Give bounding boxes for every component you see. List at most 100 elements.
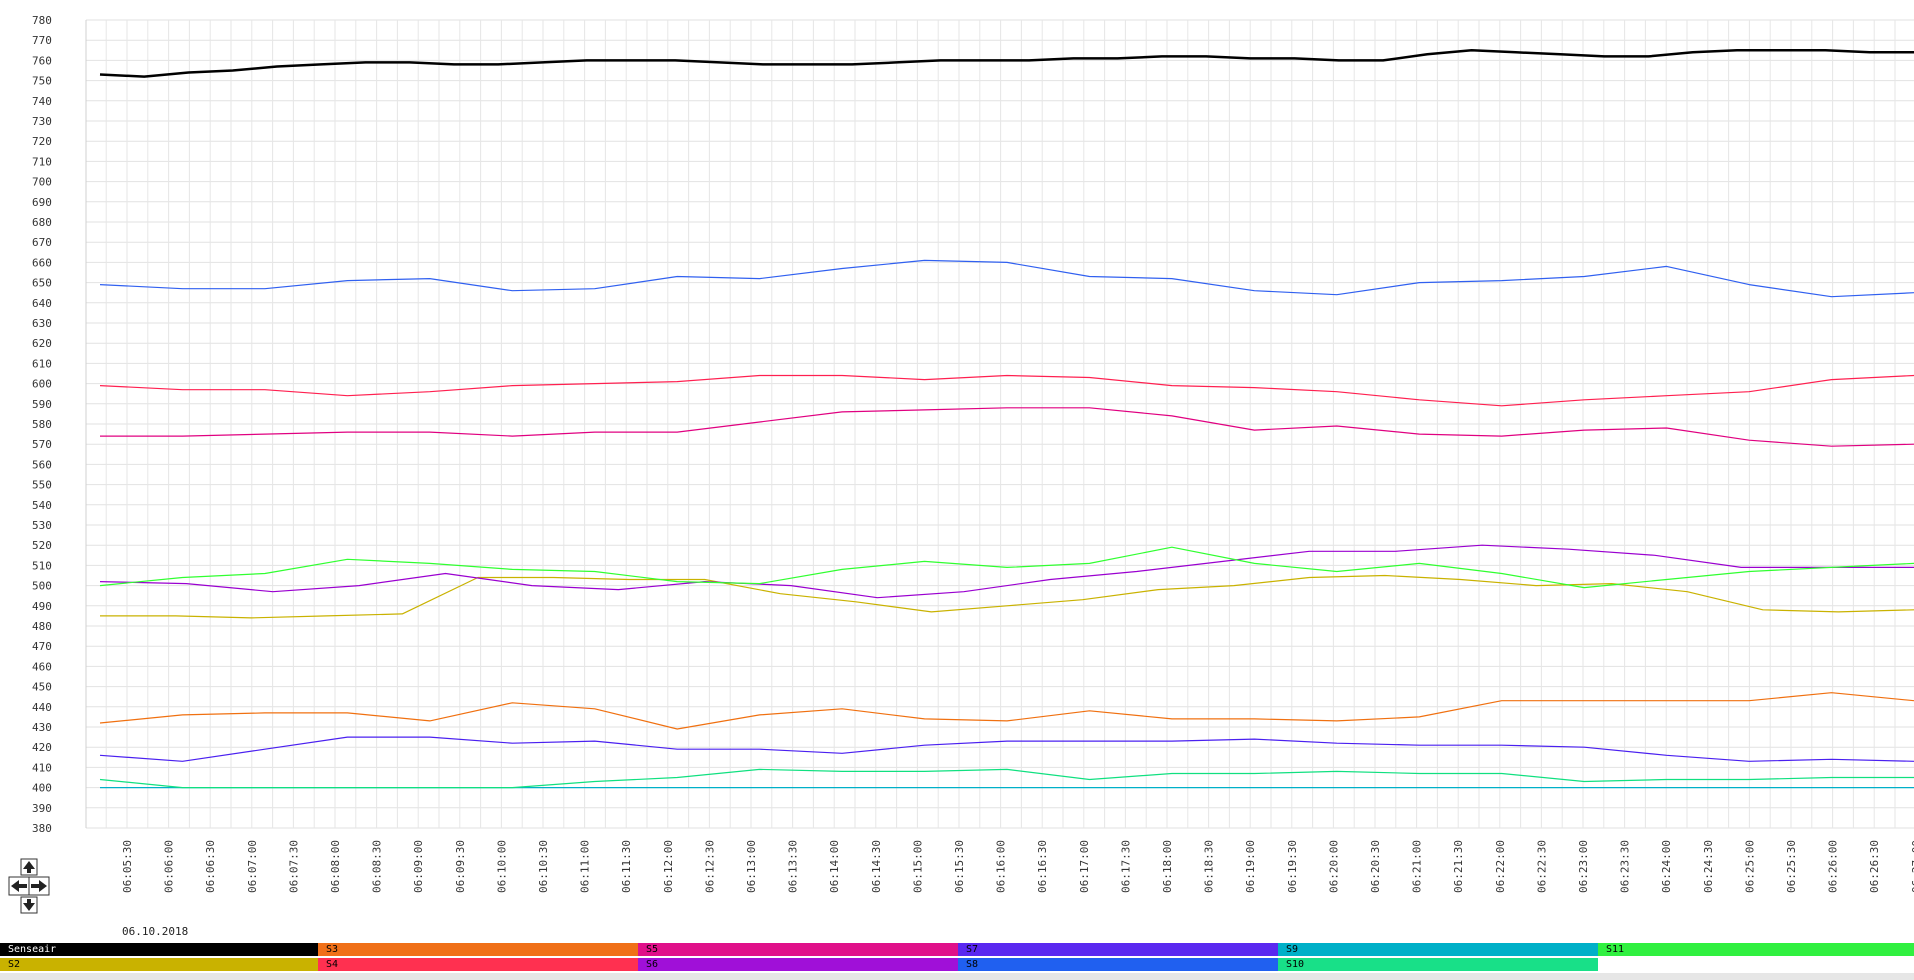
x-tick-label: 06:12:30	[703, 840, 716, 893]
x-tick-label: 06:20:00	[1327, 840, 1340, 893]
x-tick-label: 06:16:00	[995, 840, 1008, 893]
y-axis: 380 390 400 410 420 430 440 450 460 470 480 490 500 5…	[32, 14, 52, 835]
x-tick-label: 06:21:00	[1411, 840, 1424, 893]
x-tick-label: 06:21:30	[1452, 840, 1465, 893]
y-tick-label: 600	[32, 378, 52, 391]
y-tick-label: 650	[32, 277, 52, 290]
series-line-s10	[99, 768, 1914, 789]
y-tick-label: 780	[32, 14, 52, 27]
legend-item-s4[interactable]: S4	[318, 958, 638, 971]
series-line-s11	[99, 546, 1914, 589]
y-tick-label: 610	[32, 357, 52, 370]
x-tick-label: 06:08:30	[371, 840, 384, 893]
x-tick-label: 06:14:00	[828, 840, 841, 893]
y-tick-label: 770	[32, 34, 52, 47]
x-tick-label: 06:11:00	[579, 840, 592, 893]
x-tick-label: 06:09:00	[412, 840, 425, 893]
y-tick-label: 720	[32, 135, 52, 148]
x-tick-label: 06:17:30	[1119, 840, 1132, 893]
x-tick-label: 06:11:30	[620, 840, 633, 893]
x-tick-label: 06:14:30	[870, 840, 883, 893]
y-tick-label: 410	[32, 761, 52, 774]
legend-item-s11[interactable]: S11	[1598, 943, 1914, 956]
y-tick-label: 690	[32, 196, 52, 209]
x-tick-label: 06:10:30	[537, 840, 550, 893]
x-axis: 06:05:30 06:06:00 06:06:30 06:07:00 06:07:30…	[121, 840, 1914, 893]
x-tick-label: 06:09:30	[454, 840, 467, 893]
y-tick-label: 580	[32, 418, 52, 431]
x-tick-label: 06:18:00	[1161, 840, 1174, 893]
x-tick-label: 06:18:30	[1203, 840, 1216, 893]
y-tick-label: 750	[32, 75, 52, 88]
x-tick-label: 06:27:00	[1910, 840, 1914, 893]
y-tick-label: 540	[32, 499, 52, 512]
y-tick-label: 670	[32, 236, 52, 249]
legend-item-senseair[interactable]: Senseair	[0, 943, 318, 956]
x-tick-label: 06:20:30	[1369, 840, 1382, 893]
legend-item-s9[interactable]: S9	[1278, 943, 1598, 956]
date-label: 06.10.2018	[122, 925, 189, 938]
legend-item-s5[interactable]: S5	[638, 943, 958, 956]
legend: Senseair S3 S5 S7 S9 S11 S2 S4 S6 S8 S10	[0, 943, 1914, 973]
y-tick-label: 570	[32, 438, 52, 451]
legend-item-s7[interactable]: S7	[958, 943, 1278, 956]
pan-arrows-icon[interactable]	[8, 858, 50, 920]
series-line-s4	[99, 374, 1914, 407]
series-line-s7	[99, 736, 1914, 762]
x-tick-label: 06:10:00	[495, 840, 508, 893]
y-tick-label: 420	[32, 741, 52, 754]
y-tick-label: 390	[32, 802, 52, 815]
series-line-s5	[100, 407, 1914, 447]
arrow-right-icon[interactable]	[28, 876, 50, 896]
series-line-senseair	[99, 49, 1914, 78]
y-tick-label: 460	[32, 660, 52, 673]
y-tick-label: 740	[32, 95, 52, 108]
y-tick-label: 400	[32, 782, 52, 795]
x-tick-label: 06:15:00	[911, 840, 924, 893]
y-tick-label: 630	[32, 317, 52, 330]
x-tick-label: 06:26:30	[1868, 840, 1881, 893]
arrow-up-icon[interactable]	[20, 858, 38, 876]
x-tick-label: 06:13:30	[787, 840, 800, 893]
legend-item-s6[interactable]: S6	[638, 958, 958, 971]
x-tick-label: 06:24:30	[1702, 840, 1715, 893]
y-tick-label: 450	[32, 681, 52, 694]
series-line-s8	[99, 259, 1914, 298]
x-tick-label: 06:24:00	[1660, 840, 1673, 893]
legend-item-s3[interactable]: S3	[318, 943, 638, 956]
y-tick-label: 430	[32, 721, 52, 734]
y-tick-label: 440	[32, 701, 52, 714]
series-lines	[99, 49, 1914, 789]
x-tick-label: 06:17:00	[1078, 840, 1091, 893]
y-tick-label: 620	[32, 337, 52, 350]
x-tick-label: 06:07:30	[287, 840, 300, 893]
y-tick-label: 710	[32, 155, 52, 168]
arrow-left-icon[interactable]	[8, 876, 30, 896]
y-tick-label: 700	[32, 176, 52, 189]
line-chart: 380 390 400 410 420 430 440 450 460 470 480 490 500 5…	[32, 14, 1914, 893]
x-tick-label: 06:26:00	[1827, 840, 1840, 893]
arrow-down-icon[interactable]	[20, 896, 38, 914]
y-tick-label: 480	[32, 620, 52, 633]
legend-item-s8[interactable]: S8	[958, 958, 1278, 971]
legend-item-s2[interactable]: S2	[0, 958, 318, 971]
y-tick-label: 550	[32, 479, 52, 492]
x-tick-label: 06:16:30	[1036, 840, 1049, 893]
series-line-s3	[99, 692, 1914, 730]
y-tick-label: 660	[32, 256, 52, 269]
x-tick-label: 06:25:30	[1785, 840, 1798, 893]
x-tick-label: 06:08:00	[329, 840, 342, 893]
x-tick-label: 06:12:00	[662, 840, 675, 893]
y-tick-label: 380	[32, 822, 52, 835]
x-tick-label: 06:19:30	[1286, 840, 1299, 893]
y-tick-label: 470	[32, 640, 52, 653]
x-tick-label: 06:23:30	[1619, 840, 1632, 893]
y-tick-label: 490	[32, 600, 52, 613]
x-tick-label: 06:07:00	[246, 840, 259, 893]
y-tick-label: 500	[32, 580, 52, 593]
y-tick-label: 640	[32, 297, 52, 310]
x-tick-label: 06:05:30	[121, 840, 134, 893]
x-tick-label: 06:22:00	[1494, 840, 1507, 893]
x-tick-label: 06:19:00	[1244, 840, 1257, 893]
legend-item-s10[interactable]: S10	[1278, 958, 1598, 971]
